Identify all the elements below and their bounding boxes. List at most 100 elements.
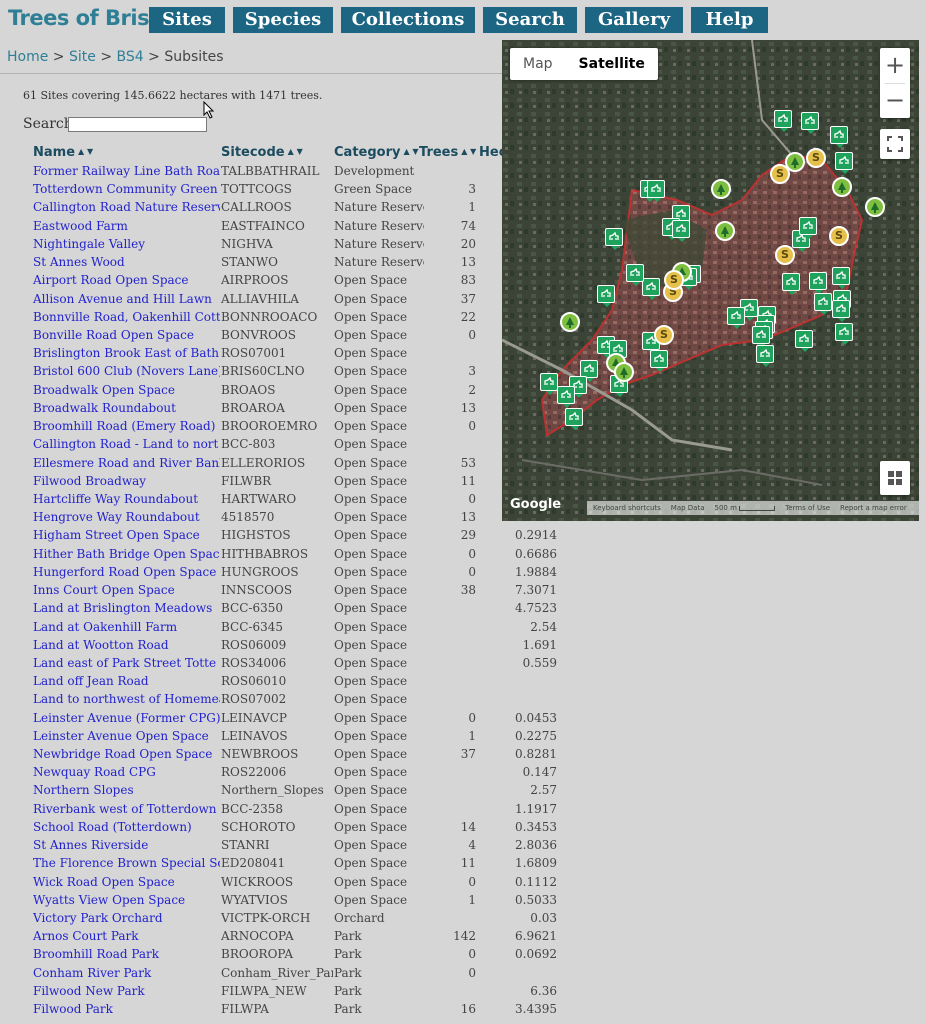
zoom-in-button[interactable]: +: [880, 48, 910, 83]
site-marker-icon[interactable]: [752, 326, 770, 348]
site-marker-icon[interactable]: [835, 152, 853, 174]
special-marker-icon[interactable]: S: [770, 164, 790, 184]
site-name-link[interactable]: Eastwood Farm: [33, 219, 220, 233]
site-name-link[interactable]: Land at Brislington Meadows: [33, 601, 220, 615]
site-marker-icon[interactable]: [799, 217, 817, 239]
nav-species[interactable]: Species: [233, 7, 333, 33]
site-name-link[interactable]: Ellesmere Road and River Bank: [33, 456, 220, 470]
site-name-link[interactable]: Nightingale Valley: [33, 237, 220, 251]
site-name-link[interactable]: Land at Oakenhill Farm: [33, 620, 220, 634]
site-marker-icon[interactable]: [647, 180, 665, 202]
site-marker-icon[interactable]: [626, 264, 644, 286]
nav-sites[interactable]: Sites: [149, 7, 225, 33]
site-name-link[interactable]: Land at Wootton Road: [33, 638, 220, 652]
tree-marker-icon[interactable]: [560, 312, 580, 332]
special-marker-icon[interactable]: S: [654, 325, 674, 345]
site-name-link[interactable]: Leinster Avenue Open Space: [33, 729, 220, 743]
tree-marker-icon[interactable]: [614, 362, 634, 382]
column-header-sitecode[interactable]: Sitecode ▲ ▼: [221, 145, 303, 160]
site-name-link[interactable]: Hengrove Way Roundabout: [33, 510, 220, 524]
site-name-link[interactable]: Inns Court Open Space: [33, 583, 220, 597]
site-marker-icon[interactable]: [642, 278, 660, 300]
column-header-name[interactable]: Name ▲ ▼: [33, 145, 93, 160]
site-name-link[interactable]: Callington Road - Land to nort: [33, 437, 220, 451]
site-marker-icon[interactable]: [774, 110, 792, 132]
site-name-link[interactable]: Bristol 600 Club (Novers Lane): [33, 364, 220, 378]
site-marker-icon[interactable]: [795, 330, 813, 352]
site-name-link[interactable]: Brislington Brook East of Bath: [33, 346, 220, 360]
breadcrumb-home[interactable]: Home: [7, 49, 48, 65]
site-name-link[interactable]: Victory Park Orchard: [33, 911, 220, 925]
site-name-link[interactable]: Newquay Road CPG: [33, 765, 220, 779]
fullscreen-button[interactable]: [880, 129, 910, 159]
site-name-link[interactable]: Broomhill Road (Emery Road) R-: [33, 419, 220, 433]
site-name-link[interactable]: Totterdown Community Green Spa: [33, 182, 220, 196]
site-name-link[interactable]: Wick Road Open Space: [33, 875, 220, 889]
map-data-link[interactable]: Map Data: [671, 504, 705, 512]
site-name-link[interactable]: St Annes Wood: [33, 255, 220, 269]
layers-button[interactable]: [880, 461, 910, 495]
site-name-link[interactable]: Former Railway Line Bath Road/: [33, 164, 220, 178]
site-map[interactable]: Map Satellite + − Google Keyboard shortc…: [502, 40, 919, 521]
nav-help[interactable]: Help: [691, 7, 768, 33]
site-marker-icon[interactable]: [835, 323, 853, 345]
site-marker-icon[interactable]: [832, 300, 850, 322]
site-name-link[interactable]: Northern Slopes: [33, 783, 220, 797]
special-marker-icon[interactable]: S: [806, 148, 826, 168]
map-type-satellite-button[interactable]: Satellite: [566, 48, 658, 80]
site-name-link[interactable]: Allison Avenue and Hill Lawn: [33, 292, 220, 306]
site-marker-icon[interactable]: [801, 112, 819, 134]
site-marker-icon[interactable]: [597, 285, 615, 307]
site-marker-icon[interactable]: [650, 350, 668, 372]
sort-arrows-icon[interactable]: ▲ ▼: [78, 147, 93, 156]
sort-arrows-icon[interactable]: ▲ ▼: [461, 147, 476, 156]
report-error-link[interactable]: Report a map error: [840, 504, 907, 512]
site-name-link[interactable]: Broomhill Road Park: [33, 947, 220, 961]
map-type-map-button[interactable]: Map: [510, 48, 566, 80]
site-marker-icon[interactable]: [727, 307, 745, 329]
site-name-link[interactable]: Broadwalk Open Space: [33, 383, 220, 397]
site-marker-icon[interactable]: [814, 293, 832, 315]
column-header-category[interactable]: Category ▲ ▼: [334, 145, 419, 160]
breadcrumb-site[interactable]: Site: [69, 49, 96, 65]
site-name-link[interactable]: Conham River Park: [33, 966, 220, 980]
site-name-link[interactable]: Newbridge Road Open Space: [33, 747, 220, 761]
site-name-link[interactable]: Hungerford Road Open Space: [33, 565, 220, 579]
special-marker-icon[interactable]: S: [775, 245, 795, 265]
site-name-link[interactable]: Wyatts View Open Space: [33, 893, 220, 907]
site-marker-icon[interactable]: [557, 386, 575, 408]
site-name-link[interactable]: Filwood Broadway: [33, 474, 220, 488]
site-name-link[interactable]: Land off Jean Road: [33, 674, 220, 688]
site-name-link[interactable]: Hither Bath Bridge Open Space: [33, 547, 220, 561]
terms-link[interactable]: Terms of Use: [785, 504, 830, 512]
nav-search[interactable]: Search: [483, 7, 577, 33]
breadcrumb-bs4[interactable]: BS4: [117, 49, 144, 65]
site-name-link[interactable]: The Florence Brown Special Sch: [33, 856, 220, 870]
site-name-link[interactable]: Hartcliffe Way Roundabout: [33, 492, 220, 506]
site-marker-icon[interactable]: [832, 267, 850, 289]
site-marker-icon[interactable]: [605, 228, 623, 250]
site-name-link[interactable]: Arnos Court Park: [33, 929, 220, 943]
zoom-out-button[interactable]: −: [880, 83, 910, 118]
site-marker-icon[interactable]: [830, 126, 848, 148]
site-name-link[interactable]: School Road (Totterdown): [33, 820, 220, 834]
keyboard-shortcuts-link[interactable]: Keyboard shortcuts: [593, 504, 661, 512]
sort-arrows-icon[interactable]: ▲ ▼: [288, 147, 303, 156]
satellite-imagery[interactable]: [502, 40, 919, 521]
sort-arrows-icon[interactable]: ▲ ▼: [403, 147, 418, 156]
tree-marker-icon[interactable]: [711, 179, 731, 199]
search-input[interactable]: [68, 117, 207, 132]
site-marker-icon[interactable]: [540, 373, 558, 395]
site-name-link[interactable]: Broadwalk Roundabout: [33, 401, 220, 415]
site-name-link[interactable]: Callington Road Nature Reserve: [33, 200, 220, 214]
special-marker-icon[interactable]: S: [664, 270, 684, 290]
site-name-link[interactable]: Filwood New Park: [33, 984, 220, 998]
site-name-link[interactable]: Filwood Park: [33, 1002, 220, 1016]
nav-gallery[interactable]: Gallery: [585, 7, 683, 33]
special-marker-icon[interactable]: S: [829, 226, 849, 246]
tree-marker-icon[interactable]: [865, 197, 885, 217]
column-header-trees[interactable]: Trees ▲ ▼: [419, 145, 476, 160]
site-name-link[interactable]: Riverbank west of Totterdown B: [33, 802, 220, 816]
site-marker-icon[interactable]: [756, 345, 774, 367]
site-marker-icon[interactable]: [565, 408, 583, 430]
